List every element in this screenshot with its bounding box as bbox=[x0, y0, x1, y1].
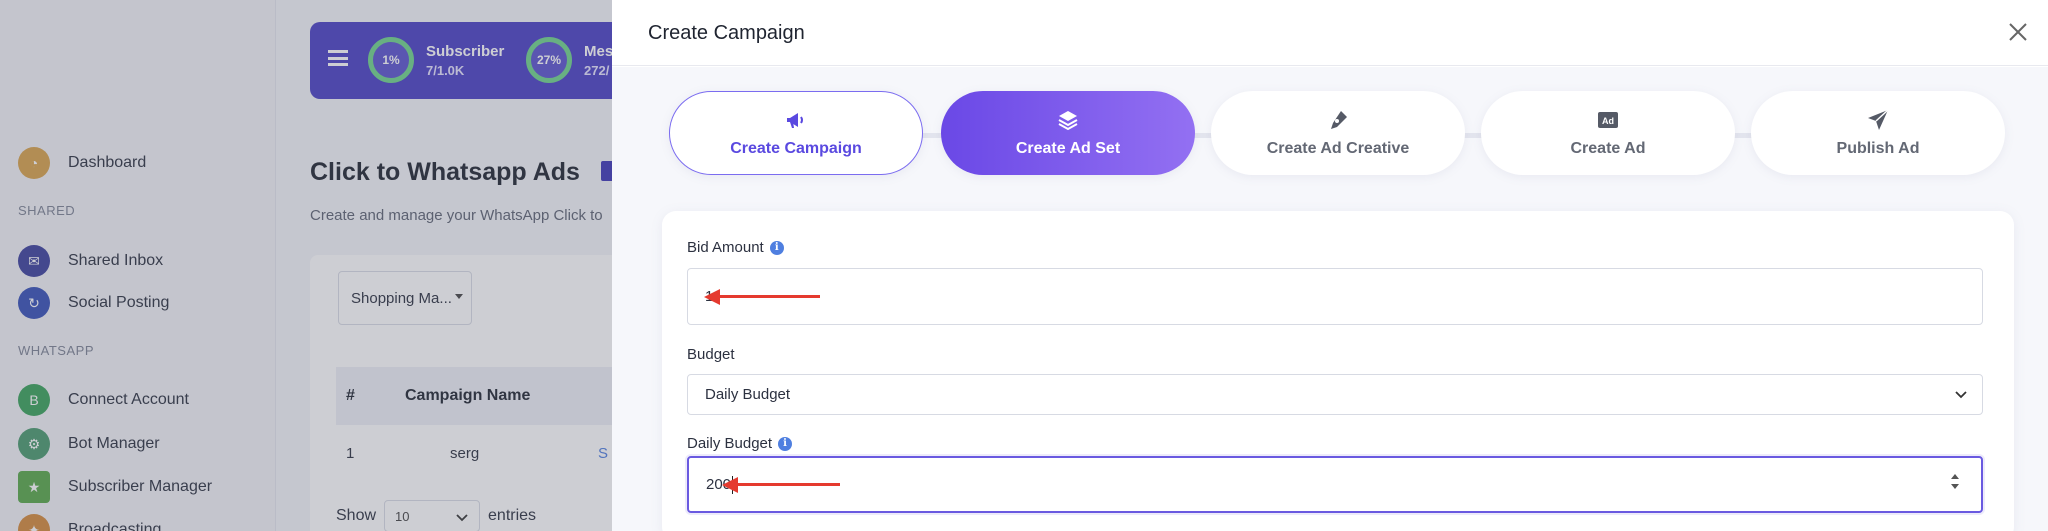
bid-amount-input[interactable]: 1 bbox=[687, 268, 1983, 325]
step-label: Create Campaign bbox=[730, 140, 862, 157]
number-spinner[interactable] bbox=[1951, 474, 1959, 489]
annotation-arrow bbox=[704, 289, 820, 305]
create-campaign-panel: Create Campaign Create Campaign Create A… bbox=[612, 0, 2048, 531]
budget-select-value: Daily Budget bbox=[705, 386, 791, 403]
step-label: Create Ad bbox=[1570, 140, 1646, 157]
svg-text:Ad: Ad bbox=[1602, 116, 1614, 126]
ad-icon: Ad bbox=[1598, 112, 1618, 128]
pen-icon bbox=[1331, 111, 1347, 129]
budget-label: Budget bbox=[687, 346, 735, 363]
step-label: Create Ad Set bbox=[1015, 140, 1121, 157]
step-publish-ad[interactable]: Publish Ad bbox=[1751, 91, 2005, 175]
megaphone-icon bbox=[787, 113, 803, 128]
layers-icon bbox=[1058, 111, 1078, 131]
annotation-arrow bbox=[722, 477, 840, 493]
step-label: Create Ad Creative bbox=[1266, 140, 1410, 157]
send-icon bbox=[1868, 109, 1889, 130]
info-icon[interactable]: i bbox=[778, 436, 793, 451]
bid-amount-label: Bid Amount i bbox=[687, 239, 784, 256]
step-create-ad-set[interactable]: Create Ad Set bbox=[941, 91, 1195, 175]
spinner-up-icon[interactable] bbox=[1951, 474, 1959, 479]
daily-budget-input[interactable]: 200 bbox=[687, 456, 1983, 513]
step-label: Publish Ad bbox=[1836, 140, 1920, 157]
bid-amount-label-text: Bid Amount bbox=[687, 239, 764, 256]
chevron-down-icon bbox=[1955, 391, 1967, 399]
spinner-down-icon[interactable] bbox=[1951, 484, 1959, 489]
step-create-campaign[interactable]: Create Campaign bbox=[669, 91, 923, 175]
daily-budget-label-text: Daily Budget bbox=[687, 435, 773, 452]
daily-budget-label: Daily Budget i bbox=[687, 435, 793, 452]
info-icon[interactable]: i bbox=[769, 240, 784, 255]
step-create-ad[interactable]: Ad Create Ad bbox=[1481, 91, 1735, 175]
close-icon[interactable] bbox=[2006, 20, 2030, 44]
ad-set-form: Bid Amount i 1 Budget Daily Budget Daily… bbox=[662, 211, 2014, 531]
modal-backdrop[interactable] bbox=[0, 0, 612, 531]
step-create-ad-creative[interactable]: Create Ad Creative bbox=[1211, 91, 1465, 175]
budget-select[interactable]: Daily Budget bbox=[687, 374, 1983, 415]
panel-body: Create Campaign Create Ad Set Create Ad … bbox=[612, 67, 2048, 531]
panel-title: Create Campaign bbox=[648, 22, 805, 44]
panel-header: Create Campaign bbox=[612, 0, 2048, 66]
